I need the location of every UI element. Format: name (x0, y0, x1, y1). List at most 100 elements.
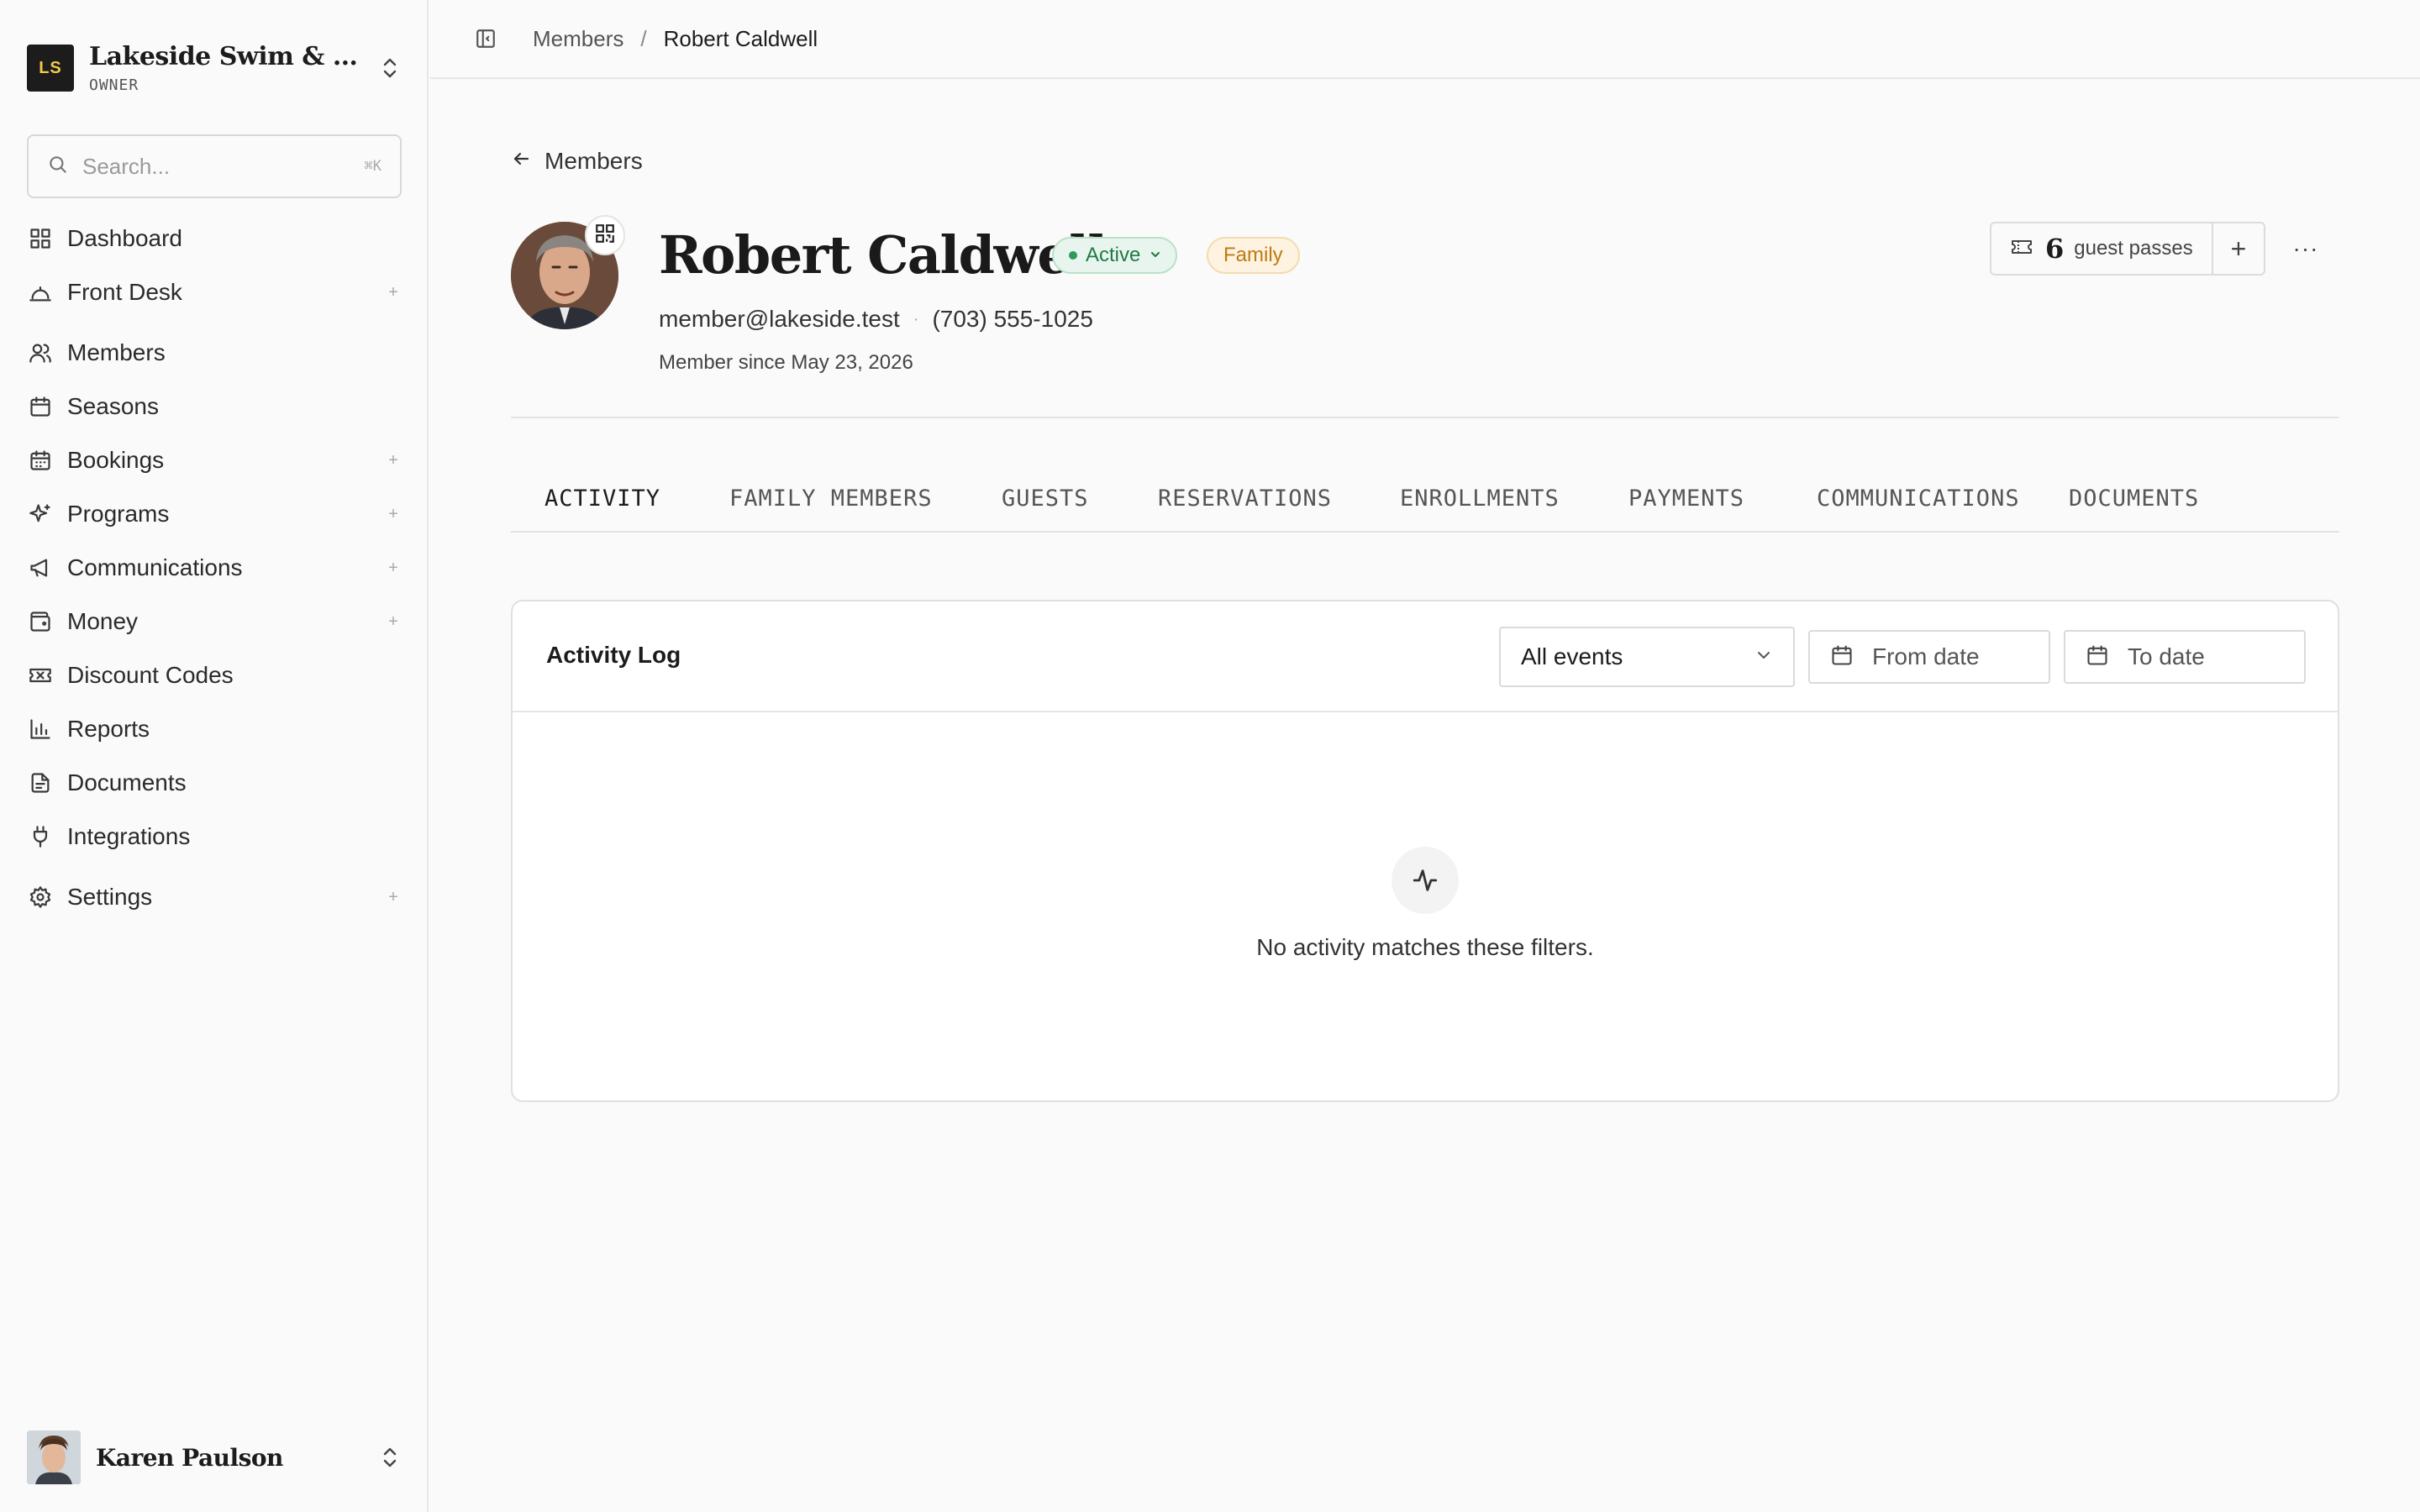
sidebar-item-label: Seasons (67, 393, 159, 419)
calendar-icon (27, 393, 54, 420)
to-date-input[interactable] (2128, 643, 2296, 670)
tab-documents[interactable]: DOCUMENTS (2069, 470, 2199, 533)
arrow-left-icon (511, 148, 531, 175)
search-shortcut: ⌘K (364, 158, 381, 175)
sidebar-item-label: Members (67, 339, 166, 365)
sidebar-item-reports[interactable]: Reports (27, 706, 402, 753)
user-menu[interactable]: Karen Paulson (27, 1430, 402, 1485)
calendar-grid-icon (27, 447, 54, 474)
sidebar-item-dashboard[interactable]: Dashboard (27, 215, 402, 262)
status-badge[interactable]: Active (1052, 237, 1178, 274)
tab-reservations[interactable]: RESERVATIONS (1158, 470, 1332, 533)
contact-separator: · (913, 309, 919, 328)
user-name: Karen Paulson (96, 1443, 283, 1472)
expand-icon[interactable]: + (385, 283, 402, 302)
member-name: Robert Caldwell (659, 224, 1107, 286)
breadcrumb: Members / Robert Caldwell (533, 26, 818, 52)
sidebar-item-label: Dashboard (67, 225, 182, 251)
sidebar-item-front-desk[interactable]: Front Desk + (27, 269, 402, 316)
sidebar-item-bookings[interactable]: Bookings + (27, 437, 402, 484)
search-box[interactable]: ⌘K (27, 134, 402, 198)
sidebar-item-integrations[interactable]: Integrations (27, 813, 402, 860)
activity-log-card: Activity Log All events No activity matc… (511, 600, 2339, 1102)
sidebar-item-label: Settings (67, 884, 153, 910)
tab-activity[interactable]: ACTIVITY (544, 470, 660, 533)
activity-pulse-icon (1392, 847, 1459, 914)
chevron-up-down-icon (378, 53, 402, 83)
expand-icon[interactable]: + (385, 451, 402, 470)
megaphone-icon (27, 554, 54, 581)
status-label: Active (1086, 244, 1141, 266)
sidebar-item-discount-codes[interactable]: Discount Codes (27, 652, 402, 699)
member-email[interactable]: member@lakeside.test (659, 306, 900, 333)
tab-payments[interactable]: PAYMENTS (1628, 470, 1744, 533)
search-icon (47, 154, 69, 180)
chevron-down-icon (1754, 643, 1773, 670)
sidebar-item-documents[interactable]: Documents (27, 759, 402, 806)
sidebar-item-label: Integrations (67, 823, 191, 849)
dashboard-icon (27, 225, 54, 252)
tab-guests[interactable]: GUESTS (1002, 470, 1089, 533)
sidebar-toggle-icon[interactable] (472, 25, 499, 52)
expand-icon[interactable]: + (385, 505, 402, 524)
ticket-icon (2010, 237, 2033, 261)
add-guest-pass-button[interactable]: + (2212, 223, 2264, 274)
guest-passes: 6 guest passes + (1990, 222, 2265, 276)
member-contact: member@lakeside.test · (703) 555-1025 (659, 306, 1093, 333)
sparkles-icon (27, 501, 54, 528)
qr-code-icon (594, 223, 616, 249)
breadcrumb-members[interactable]: Members (533, 26, 623, 52)
ticket-icon (27, 662, 54, 689)
plan-badge: Family (1207, 237, 1300, 274)
chevron-up-down-icon (378, 1442, 402, 1473)
sidebar-item-settings[interactable]: Settings + (27, 874, 402, 921)
sidebar-item-label: Documents (67, 769, 187, 795)
sidebar-item-programs[interactable]: Programs + (27, 491, 402, 538)
gear-icon (27, 884, 54, 911)
sidebar-item-label: Discount Codes (67, 662, 234, 688)
guest-pass-label: guest passes (2074, 237, 2193, 260)
calendar-icon (1830, 643, 1854, 671)
chevron-down-icon (1149, 244, 1162, 267)
sidebar-item-label: Programs (67, 501, 170, 527)
sidebar-item-communications[interactable]: Communications + (27, 544, 402, 591)
sidebar-item-label: Front Desk (67, 279, 182, 305)
member-phone[interactable]: (703) 555-1025 (932, 306, 1092, 333)
sidebar-item-members[interactable]: Members (27, 329, 402, 376)
sidebar-item-money[interactable]: Money + (27, 598, 402, 645)
sidebar-item-label: Reports (67, 716, 150, 742)
tab-family-members[interactable]: FAMILY MEMBERS (729, 470, 933, 533)
more-actions-button[interactable]: ··· (2286, 227, 2326, 270)
wallet-icon (27, 608, 54, 635)
guest-passes-summary[interactable]: 6 guest passes (1991, 223, 2212, 274)
activity-log-title: Activity Log (546, 642, 681, 668)
plug-icon (27, 823, 54, 850)
from-date-field[interactable] (1808, 630, 2050, 684)
org-switcher[interactable]: LS Lakeside Swim & Tennis Club OWNER (27, 40, 402, 96)
empty-state-message: No activity matches these filters. (1256, 934, 1594, 960)
sidebar-item-label: Money (67, 608, 139, 634)
tab-enrollments[interactable]: ENROLLMENTS (1400, 470, 1560, 533)
back-link-label: Members (544, 148, 643, 174)
bell-icon (27, 279, 54, 306)
topbar: Members / Robert Caldwell (430, 0, 2420, 79)
event-filter-value: All events (1521, 643, 1623, 669)
activity-log-header: Activity Log All events (513, 601, 2338, 712)
qr-code-button[interactable] (585, 215, 625, 255)
back-link[interactable]: Members (511, 148, 643, 175)
search-input[interactable] (82, 153, 365, 180)
sidebar: LS Lakeside Swim & Tennis Club OWNER ⌘K … (0, 0, 429, 1512)
sidebar-item-seasons[interactable]: Seasons (27, 383, 402, 430)
member-since: Member since May 23, 2026 (659, 351, 913, 374)
from-date-input[interactable] (1872, 643, 2040, 670)
event-filter-select[interactable]: All events (1499, 627, 1795, 687)
tab-communications[interactable]: COMMUNICATIONS (1817, 470, 2020, 533)
expand-icon[interactable]: + (385, 888, 402, 907)
to-date-field[interactable] (2064, 630, 2306, 684)
status-dot (1069, 251, 1077, 260)
expand-icon[interactable]: + (385, 559, 402, 578)
guest-pass-count: 6 (2045, 233, 2065, 265)
breadcrumb-separator: / (640, 25, 647, 51)
expand-icon[interactable]: + (385, 612, 402, 632)
calendar-icon (2086, 643, 2109, 671)
